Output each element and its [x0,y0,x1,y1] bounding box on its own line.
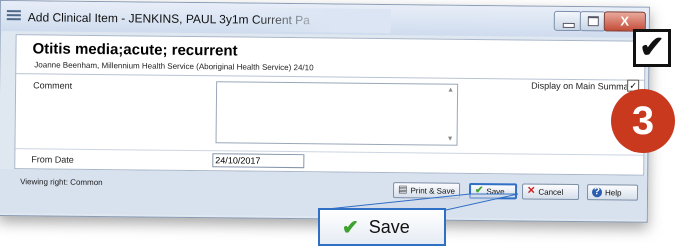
checkmark-icon: ✔ [342,216,359,239]
zoom-save-label: Save [368,216,410,237]
save-button-zoom-callout: ✔ Save [318,208,446,246]
